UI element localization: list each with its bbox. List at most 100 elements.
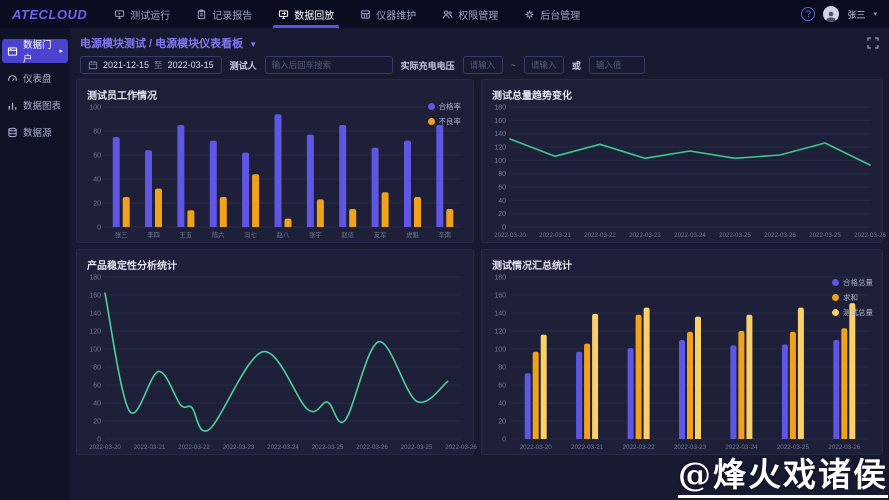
legend: 合格率 不良率 xyxy=(428,101,462,127)
breadcrumb-text: 电源模块测试 / 电源模块仪表看板 xyxy=(80,38,243,50)
svg-text:2022-03-26: 2022-03-26 xyxy=(854,232,886,239)
svg-text:2022-03-25: 2022-03-25 xyxy=(719,232,751,239)
legend-label: 合格率 xyxy=(439,101,462,112)
date-range-picker[interactable]: 2021-12-15 至 2022-03-15 xyxy=(80,56,222,74)
svg-text:2022-03-22: 2022-03-22 xyxy=(178,444,210,451)
svg-text:0: 0 xyxy=(97,437,101,444)
svg-text:2022-03-22: 2022-03-22 xyxy=(622,444,655,451)
date-end-value: 2022-03-15 xyxy=(168,60,214,70)
user-avatar[interactable] xyxy=(823,6,839,22)
panel-summary: 测试情况汇总统计 合格总量 求和 测试总量 02040608010 xyxy=(481,249,883,455)
svg-text:180: 180 xyxy=(494,105,506,112)
sidebar: 数据门户 ▸ 仪表盘 数据图表 数据源 xyxy=(0,28,70,500)
help-icon[interactable]: ? xyxy=(801,7,815,21)
or-label: 或 xyxy=(572,59,581,72)
svg-text:张三: 张三 xyxy=(115,230,128,239)
data-replay-monitor-icon xyxy=(278,9,289,20)
svg-text:2022-03-26: 2022-03-26 xyxy=(764,232,796,239)
nav-item-test-run[interactable]: 测试运行 xyxy=(101,0,183,28)
svg-text:180: 180 xyxy=(494,275,506,282)
panel-stability: 产品稳定性分析统计 0204060801001201401601802022-0… xyxy=(76,249,474,455)
voltage-value-input[interactable] xyxy=(589,56,645,74)
sidebar-item-data-source[interactable]: 数据源 xyxy=(2,120,68,144)
date-separator: 至 xyxy=(154,59,163,71)
legend-dot xyxy=(832,279,839,286)
legend-item[interactable]: 合格总量 xyxy=(832,277,873,288)
voltage-min-input[interactable] xyxy=(463,56,503,74)
sidebar-item-data-charts[interactable]: 数据图表 xyxy=(2,93,68,117)
svg-text:40: 40 xyxy=(498,401,506,408)
svg-text:100: 100 xyxy=(89,105,101,112)
svg-text:60: 60 xyxy=(498,383,506,390)
app-root: ATECLOUD 测试运行 记录报告 数据回放 xyxy=(0,0,889,500)
svg-text:2022-03-20: 2022-03-20 xyxy=(89,444,121,451)
user-name[interactable]: 张三 xyxy=(847,8,865,21)
data-portal-icon xyxy=(7,46,18,57)
bar-chart-icon xyxy=(7,100,18,111)
svg-text:2022-03-23: 2022-03-23 xyxy=(629,232,661,239)
bar-chart-summary: 0204060801001201401601802022-03-202022-0… xyxy=(484,272,880,452)
legend-label: 不良率 xyxy=(439,116,462,127)
svg-text:40: 40 xyxy=(498,198,506,205)
nav-item-permission[interactable]: 权限管理 xyxy=(429,0,511,28)
legend-label: 测试总量 xyxy=(843,307,873,318)
svg-text:王五: 王五 xyxy=(180,231,193,239)
svg-text:120: 120 xyxy=(494,329,506,336)
sidebar-item-data-portal[interactable]: 数据门户 ▸ xyxy=(2,39,68,63)
nav-item-data-replay[interactable]: 数据回放 xyxy=(265,0,347,28)
admin-gear-icon xyxy=(524,9,535,20)
svg-text:160: 160 xyxy=(89,293,101,300)
svg-text:2022-03-24: 2022-03-24 xyxy=(267,444,299,451)
sidebar-item-label: 数据图表 xyxy=(23,98,61,112)
svg-text:2022-03-23: 2022-03-23 xyxy=(674,444,707,451)
svg-text:赵信: 赵信 xyxy=(341,230,354,239)
voltage-max-input[interactable] xyxy=(524,56,564,74)
permission-users-icon xyxy=(442,9,453,20)
nav-item-admin[interactable]: 后台管理 xyxy=(511,0,593,28)
svg-text:冯七: 冯七 xyxy=(244,230,257,239)
svg-text:80: 80 xyxy=(498,171,506,178)
svg-text:张宇: 张宇 xyxy=(309,230,322,239)
date-start-value: 2021-12-15 xyxy=(103,60,149,70)
test-run-monitor-icon xyxy=(114,9,125,20)
nav-item-report[interactable]: 记录报告 xyxy=(183,0,265,28)
instrument-panel-icon xyxy=(360,9,371,20)
nav-item-label: 数据回放 xyxy=(294,7,334,22)
legend: 合格总量 求和 测试总量 xyxy=(832,277,873,318)
calendar-icon xyxy=(88,60,98,70)
tester-search-input[interactable] xyxy=(265,56,393,74)
chevron-right-icon: ▸ xyxy=(59,47,63,55)
svg-text:140: 140 xyxy=(494,311,506,318)
breadcrumb[interactable]: 电源模块测试 / 电源模块仪表看板 ▼ xyxy=(80,35,257,51)
svg-text:60: 60 xyxy=(93,153,101,160)
sidebar-item-dashboard[interactable]: 仪表盘 xyxy=(2,66,68,90)
main-nav: 测试运行 记录报告 数据回放 仪器维护 xyxy=(101,0,593,28)
main-content: 电源模块测试 / 电源模块仪表看板 ▼ 2021-12-15 至 2022-03… xyxy=(70,28,889,500)
nav-item-label: 后台管理 xyxy=(540,7,580,22)
nav-item-label: 权限管理 xyxy=(458,7,498,22)
navbar-right: ? 张三 ▾ xyxy=(801,0,889,28)
panel-title: 测试员工作情况 xyxy=(87,87,157,102)
legend-dot xyxy=(428,103,435,110)
svg-text:180: 180 xyxy=(89,275,101,282)
nav-item-instrument[interactable]: 仪器维护 xyxy=(347,0,429,28)
svg-text:2022-03-22: 2022-03-22 xyxy=(584,232,616,239)
legend-item[interactable]: 合格率 xyxy=(428,101,462,112)
top-navbar: ATECLOUD 测试运行 记录报告 数据回放 xyxy=(0,0,889,28)
svg-text:100: 100 xyxy=(494,158,506,165)
legend-item[interactable]: 求和 xyxy=(832,292,873,303)
legend-item[interactable]: 不良率 xyxy=(428,116,462,127)
legend-item[interactable]: 测试总量 xyxy=(832,307,873,318)
fullscreen-icon[interactable] xyxy=(867,37,879,49)
svg-text:2022-03-21: 2022-03-21 xyxy=(539,232,571,239)
svg-text:140: 140 xyxy=(89,311,101,318)
svg-text:40: 40 xyxy=(93,177,101,184)
filter-bar: 2021-12-15 至 2022-03-15 测试人 实际充电电压 ~ 或 xyxy=(76,53,883,77)
tester-label: 测试人 xyxy=(230,59,257,72)
svg-text:100: 100 xyxy=(89,347,101,354)
database-icon xyxy=(7,127,18,138)
svg-text:160: 160 xyxy=(494,118,506,125)
user-caret-icon[interactable]: ▾ xyxy=(873,10,877,18)
svg-text:0: 0 xyxy=(502,437,506,444)
svg-text:2022-03-26: 2022-03-26 xyxy=(356,444,388,451)
